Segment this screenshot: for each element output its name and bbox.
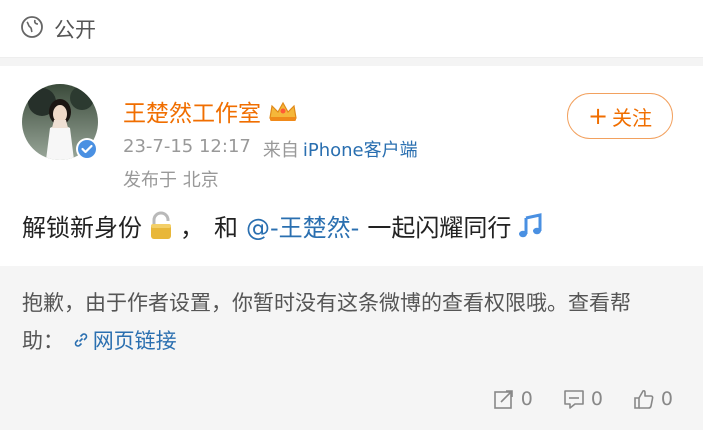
section-divider [0, 58, 703, 66]
post-text-start: 解锁新身份 [22, 214, 142, 242]
verified-badge-icon [75, 137, 99, 161]
comment-count: 0 [590, 388, 603, 410]
music-note-icon [515, 211, 545, 241]
post-actions: 0 0 0 [463, 388, 673, 410]
visibility-label: 公开 [54, 17, 96, 42]
share-icon [493, 390, 513, 409]
comment-icon [564, 390, 584, 409]
post-location: 发布于 北京 [123, 170, 219, 191]
restricted-notice: 抱歉，由于作者设置，你暂时没有这条微博的查看权限哦。查看帮助： 网页链接 0 0… [0, 266, 703, 430]
comment-button[interactable]: 0 [563, 388, 603, 410]
globe-icon [20, 15, 44, 43]
share-button[interactable]: 0 [493, 388, 533, 410]
crown-icon[interactable] [267, 99, 299, 123]
post-meta: 23-7-15 12:17 来自 iPhone客户端 [123, 136, 418, 162]
post-text-end: 一起闪耀同行 [367, 214, 512, 242]
author-name[interactable]: 王楚然工作室 [123, 94, 261, 128]
like-count: 0 [660, 388, 673, 410]
post-text: 解锁新身份 ， 和 @-王楚然- 一起闪耀同行 [22, 208, 549, 243]
post-and: 和 [214, 214, 238, 242]
lock-icon [146, 211, 176, 241]
post-card: 王楚然工作室 23-7-15 12:17 来自 iPhone客户端 发布于 北京… [0, 66, 703, 430]
follow-button[interactable]: + 关注 [567, 93, 673, 139]
link-icon [71, 324, 91, 347]
help-link[interactable]: 网页链接 [71, 329, 177, 353]
help-link-label: 网页链接 [92, 329, 177, 353]
like-button[interactable]: 0 [633, 388, 673, 410]
post-source[interactable]: iPhone客户端 [303, 136, 418, 162]
source-prefix: 来自 [262, 140, 299, 161]
post-comma: ， [180, 214, 204, 242]
plus-icon: + [587, 102, 609, 130]
author-row: 王楚然工作室 [123, 94, 299, 128]
follow-label: 关注 [612, 105, 653, 130]
restricted-message: 抱歉，由于作者设置，你暂时没有这条微博的查看权限哦。查看帮助： 网页链接 [22, 284, 672, 360]
share-count: 0 [520, 388, 533, 410]
thumbs-up-icon [634, 389, 654, 409]
post-time[interactable]: 23-7-15 12:17 [123, 136, 251, 162]
mention-link[interactable]: @-王楚然- [246, 208, 359, 243]
visibility-bar: 公开 [0, 0, 703, 58]
